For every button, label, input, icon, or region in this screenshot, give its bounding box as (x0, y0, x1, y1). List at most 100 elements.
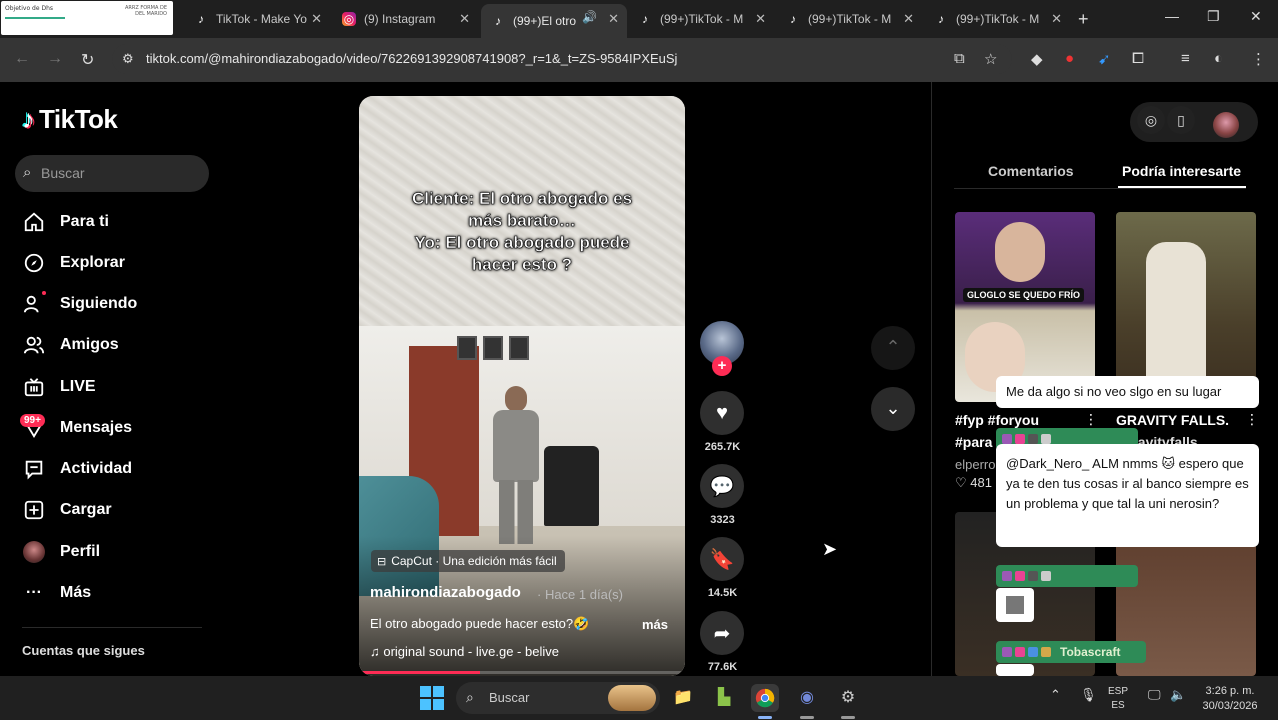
comment-count: 3323 (710, 514, 735, 526)
menu-kebab-icon[interactable]: ⋮ (1251, 50, 1266, 68)
video-author[interactable]: mahirondiazabogado (370, 584, 521, 601)
comment-icon[interactable]: 💬 (700, 464, 744, 508)
kebab-icon[interactable]: ⋮ (1245, 411, 1259, 428)
minimize-icon[interactable]: — (1165, 8, 1179, 24)
forward-icon[interactable]: → (47, 50, 63, 68)
tiktok-icon: ♪ (938, 12, 944, 26)
video-time-ago: · Hace 1 día(s) (537, 587, 623, 602)
share-action[interactable]: ➦ 77.6K (700, 611, 745, 673)
tiktok-logo[interactable]: ♪ TikTok (22, 104, 118, 135)
follow-button[interactable]: + (712, 356, 732, 376)
device-icon[interactable]: ▯ (1167, 106, 1195, 134)
network-icon[interactable]: 🖵 (1148, 687, 1161, 703)
kebab-icon[interactable]: ⋮ (1084, 411, 1098, 428)
nav-actividad[interactable]: Actividad (22, 454, 132, 484)
app-icon[interactable]: ▙ (710, 684, 738, 712)
language-bottom: ES (1111, 700, 1125, 711)
extension-blue-icon[interactable]: ➹ (1098, 50, 1111, 68)
media-control-icon[interactable]: ≡ (1181, 50, 1190, 67)
extension-red-icon[interactable]: ● (1065, 50, 1074, 67)
install-app-icon[interactable]: ⧉ (954, 50, 965, 67)
suggestion-title-1[interactable]: #fyp #foryou (955, 412, 1039, 428)
nav-siguiendo[interactable]: Siguiendo (22, 289, 137, 319)
clock-date: 30/03/2026 (1202, 700, 1258, 712)
next-video-button[interactable]: ⌄ (871, 387, 915, 431)
close-icon[interactable]: ✕ (903, 11, 914, 27)
close-icon[interactable]: ✕ (311, 11, 322, 27)
like-action[interactable]: ♥ 265.7K (700, 391, 745, 453)
taskbar-search[interactable]: ⌕ Buscar (456, 682, 660, 714)
nav-para-ti[interactable]: Para ti (22, 207, 109, 237)
tab-instagram[interactable]: ◎ (9) Instagram ✕ (332, 4, 478, 34)
tab-tiktok-3[interactable]: ♪ (99+)TikTok - M ✕ (776, 4, 922, 34)
sidebar-divider (22, 627, 202, 628)
file-explorer-icon[interactable]: 📁 (669, 684, 697, 712)
tab-podria-interesarte[interactable]: Podría interesarte (1122, 163, 1241, 179)
close-icon[interactable]: ✕ (1051, 11, 1062, 27)
heart-icon[interactable]: ♥ (700, 391, 744, 435)
nav-perfil[interactable]: Perfil (22, 537, 100, 567)
tab-comentarios[interactable]: Comentarios (988, 163, 1074, 179)
chat-user-tag: Tobascraft (996, 641, 1146, 663)
nav-label: Más (60, 584, 92, 601)
search-input[interactable]: ⌕ Buscar (15, 155, 209, 192)
reload-icon[interactable]: ↻ (81, 50, 94, 70)
system-clock[interactable]: 3:26 p. m. 30/03/2026 (1198, 684, 1262, 714)
back-icon[interactable]: ← (14, 50, 30, 68)
previous-video-button[interactable]: ⌃ (871, 326, 915, 370)
address-bar[interactable]: ⚙ tiktok.com/@mahirondiazabogado/video/7… (112, 44, 1012, 74)
active-tab-underline (1118, 186, 1246, 188)
extensions-puzzle-icon[interactable]: ⧠ (1132, 50, 1144, 67)
volume-icon[interactable]: 🔈 (1170, 687, 1186, 703)
tab-active-video[interactable]: ♪ (99+)El otro 🔊 ✕ (481, 4, 627, 38)
notification-dot (42, 291, 46, 295)
url-text[interactable]: tiktok.com/@mahirondiazabogado/video/762… (146, 51, 677, 66)
more-button[interactable]: más (642, 617, 668, 632)
nav-mas[interactable]: ··· Más (22, 578, 91, 608)
suggestion-title-1b[interactable]: #para (955, 434, 992, 450)
share-icon[interactable]: ➦ (700, 611, 744, 655)
window-close-icon[interactable]: ✕ (1250, 8, 1262, 25)
suggestion-thumbnail-1[interactable]: GLOGLO SE QUEDO FRÍO (955, 212, 1095, 402)
nav-explorar[interactable]: Explorar (22, 248, 125, 278)
speaker-icon[interactable]: 🔊 (582, 10, 597, 24)
save-action[interactable]: 🔖 14.5K (700, 537, 745, 599)
new-tab-button[interactable]: + (1078, 9, 1089, 30)
suggestion-title-2[interactable]: GRAVITY FALLS. (1116, 412, 1229, 428)
language-top: ESP (1108, 686, 1129, 697)
language-indicator[interactable]: ESP ES (1108, 685, 1128, 713)
tab-tiktok-2[interactable]: ♪ (99+)TikTok - M ✕ (628, 4, 774, 34)
restore-icon[interactable]: ❐ (1207, 8, 1220, 25)
video-sound[interactable]: ♫ original sound - live.ge - belive (370, 644, 559, 659)
live-icon (22, 375, 46, 399)
close-icon[interactable]: ✕ (608, 11, 619, 27)
bookmark-star-icon[interactable]: ☆ (984, 50, 997, 68)
tab-tiktok-1[interactable]: ♪ TikTok - Make Yo ✕ (184, 4, 330, 34)
nav-amigos[interactable]: Amigos (22, 330, 119, 360)
suggestion-thumbnail-2[interactable] (1116, 212, 1256, 402)
tab-tiktok-4[interactable]: ♪ (99+)TikTok - M ✕ (924, 4, 1070, 34)
nav-live[interactable]: LIVE (22, 372, 96, 402)
windows-start-icon[interactable] (420, 686, 444, 710)
tray-overflow-icon[interactable]: ⌃ (1050, 687, 1061, 703)
site-info-icon[interactable]: ⚙ (122, 51, 134, 67)
clock-time: 3:26 p. m. (1205, 685, 1255, 697)
close-icon[interactable]: ✕ (755, 11, 766, 27)
bookmark-icon[interactable]: 🔖 (700, 537, 744, 581)
video-player[interactable]: Cliente: El otro abogado es más barato… … (359, 96, 685, 676)
video-progress-bar[interactable] (359, 671, 685, 674)
steam-icon[interactable]: ⚙ (834, 684, 862, 712)
discord-icon[interactable]: ◉ (793, 684, 821, 712)
chrome-icon[interactable] (751, 684, 779, 712)
user-avatar[interactable] (1213, 112, 1239, 138)
close-icon[interactable]: ✕ (459, 11, 470, 27)
pinned-tab-thumbnail[interactable]: Objetivo de Dhs ARRZ FORMA DE DEL MARIDO (1, 1, 173, 35)
comment-action[interactable]: 💬 3323 (700, 464, 745, 526)
capcut-badge[interactable]: ⊟ CapCut · Una edición más fácil (371, 550, 565, 572)
compass-icon[interactable]: ◎ (1137, 106, 1165, 134)
extension-icon[interactable]: ◆ (1031, 50, 1043, 68)
microphone-icon[interactable]: 🎙 (1080, 687, 1097, 703)
profile-icon[interactable]: ◐ (1214, 50, 1223, 67)
nav-cargar[interactable]: Cargar (22, 495, 112, 525)
suggestion-author-1[interactable]: elperro (955, 457, 995, 472)
